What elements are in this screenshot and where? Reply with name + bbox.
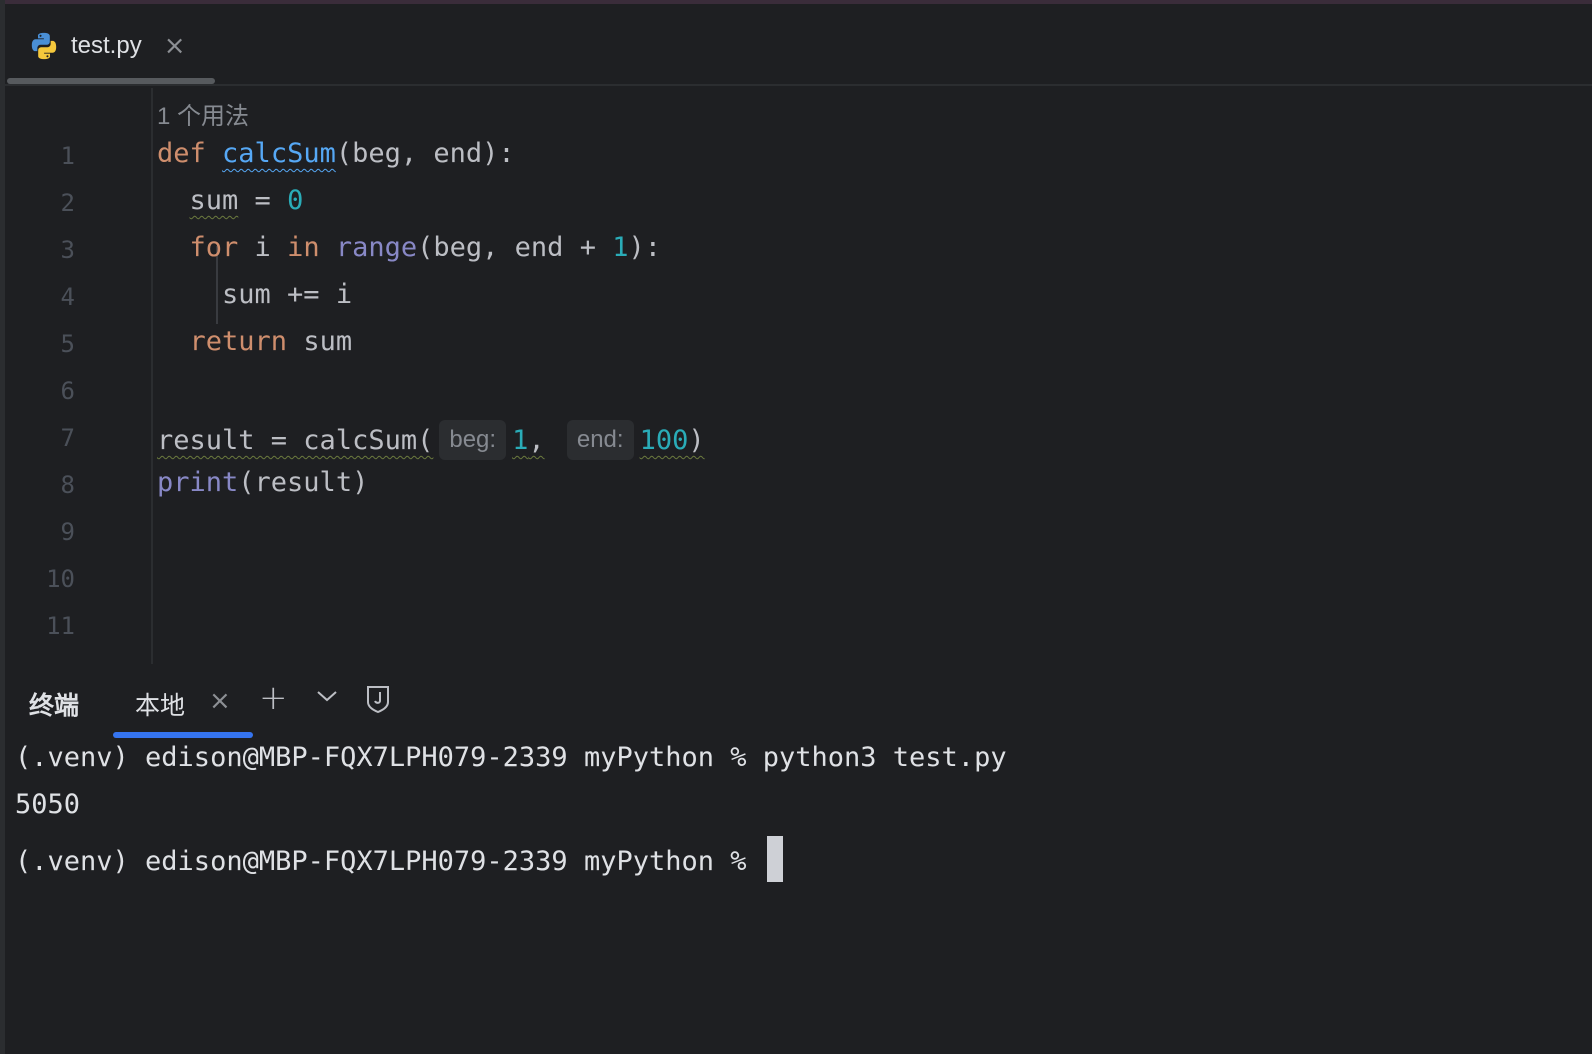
function-name[interactable]: calcSum bbox=[222, 138, 336, 169]
number-literal: 1 bbox=[512, 425, 529, 456]
code-text: sum = 0 bbox=[157, 185, 304, 216]
code-text: print(result) bbox=[157, 467, 368, 498]
number-literal: 0 bbox=[287, 185, 304, 216]
code-text: for i in range(beg, end + 1): bbox=[157, 232, 661, 263]
code-fragment: sum += i bbox=[222, 279, 353, 310]
tab-test-py[interactable]: test.py × bbox=[29, 24, 186, 68]
keyword: return bbox=[189, 326, 288, 357]
code-fragment: ) bbox=[688, 425, 705, 456]
shield-icon[interactable] bbox=[365, 684, 391, 714]
line-number: 6 bbox=[60, 377, 75, 405]
code-text: def calcSum(beg, end): bbox=[157, 138, 515, 169]
line-number: 9 bbox=[60, 518, 75, 546]
code-line: 11 bbox=[5, 604, 1592, 652]
chevron-down-icon[interactable] bbox=[315, 688, 339, 704]
code-line: 2 sum = 0 bbox=[5, 181, 1592, 229]
keyword: def bbox=[157, 138, 206, 169]
keyword: for bbox=[189, 232, 239, 263]
number-literal: 1 bbox=[612, 232, 629, 263]
new-terminal-plus-icon[interactable]: + bbox=[259, 678, 288, 718]
code-line: 5 return sum bbox=[5, 322, 1592, 370]
line-number: 2 bbox=[60, 189, 75, 217]
code-fragment: = bbox=[238, 185, 288, 216]
param-hint-beg: beg: bbox=[439, 420, 507, 460]
number-literal: 100 bbox=[639, 425, 689, 456]
code-editor[interactable]: 1 个用法 1 def calcSum(beg, end): 2 sum = 0… bbox=[5, 88, 1592, 664]
terminal-title: 终端 bbox=[29, 691, 80, 720]
terminal-tab-close-icon[interactable]: × bbox=[209, 686, 231, 716]
tab-local[interactable]: 本地 bbox=[135, 686, 185, 722]
code-text: result = calcSum(beg: 1, end: 100) bbox=[157, 420, 705, 460]
code-text: return sum bbox=[157, 326, 353, 357]
line-number: 10 bbox=[46, 565, 75, 593]
code-line: 3 for i in range(beg, end + 1): bbox=[5, 228, 1592, 276]
builtin-function: range bbox=[335, 232, 418, 263]
keyword: in bbox=[287, 232, 320, 263]
terminal-toolbar: 终端 本地 × + bbox=[5, 664, 1592, 740]
code-line: 1 def calcSum(beg, end): bbox=[5, 134, 1592, 182]
param-hint-end: end: bbox=[566, 420, 634, 460]
usage-inlay-hint[interactable]: 1 个用法 bbox=[157, 96, 249, 131]
line-number: 8 bbox=[60, 471, 75, 499]
code-fragment: , bbox=[528, 425, 545, 456]
editor-tab-bar: test.py × bbox=[5, 4, 1592, 86]
terminal-output[interactable]: (.venv) edison@MBP-FQX7LPH079-2339 myPyt… bbox=[5, 740, 1592, 1054]
code-fragment: ): bbox=[628, 232, 661, 263]
code-text: sum += i bbox=[157, 279, 352, 310]
code-fragment: i bbox=[238, 232, 288, 263]
code-fragment: (result) bbox=[238, 467, 369, 498]
line-number: 5 bbox=[60, 330, 75, 358]
python-icon bbox=[31, 32, 57, 60]
code-line: 8 print(result) bbox=[5, 463, 1592, 511]
line-number: 4 bbox=[60, 283, 75, 311]
terminal-prompt-line: (.venv) edison@MBP-FQX7LPH079-2339 myPyt… bbox=[15, 836, 783, 882]
terminal-cursor bbox=[766, 836, 783, 882]
terminal-line: 5050 bbox=[15, 789, 81, 820]
tab-close-icon[interactable]: × bbox=[164, 33, 186, 59]
tab-filename: test.py bbox=[71, 32, 142, 59]
code-line: 9 bbox=[5, 510, 1592, 558]
code-fragment bbox=[320, 232, 336, 263]
builtin-function: print bbox=[157, 467, 239, 498]
code-fragment: (beg, end + bbox=[417, 232, 613, 263]
line-number: 11 bbox=[46, 612, 75, 640]
variable: sum bbox=[189, 185, 239, 216]
terminal-line: (.venv) edison@MBP-FQX7LPH079-2339 myPyt… bbox=[15, 742, 1007, 773]
active-terminal-tab-indicator bbox=[113, 732, 253, 738]
code-fragment: sum bbox=[287, 326, 353, 357]
code-fragment: result = calcSum( bbox=[157, 425, 434, 456]
code-fragment: (beg, end): bbox=[335, 138, 515, 169]
code-line: 4 sum += i bbox=[5, 275, 1592, 323]
line-number: 7 bbox=[60, 424, 75, 452]
code-line: 7 result = calcSum(beg: 1, end: 100) bbox=[5, 416, 1592, 464]
code-line: 6 bbox=[5, 369, 1592, 417]
line-number: 3 bbox=[60, 236, 75, 264]
code-line: 10 bbox=[5, 557, 1592, 605]
line-number: 1 bbox=[60, 142, 75, 170]
terminal-prompt: (.venv) edison@MBP-FQX7LPH079-2339 myPyt… bbox=[15, 846, 763, 877]
active-tab-indicator bbox=[7, 78, 215, 84]
